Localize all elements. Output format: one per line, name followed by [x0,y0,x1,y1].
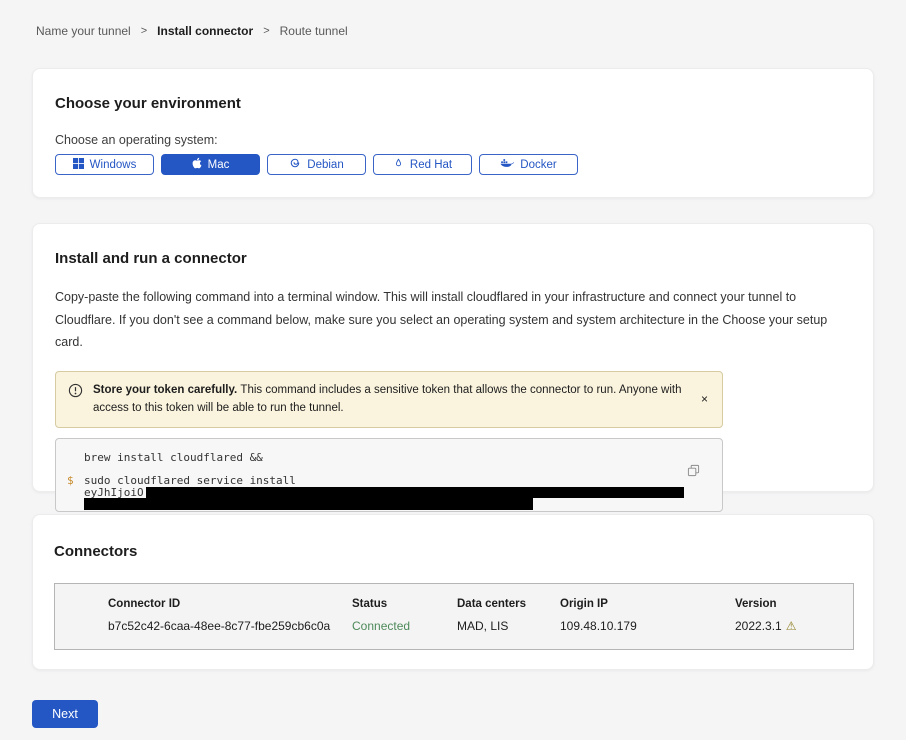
breadcrumb: Name your tunnel > Install connector > R… [0,0,906,38]
install-description: Copy-paste the following command into a … [55,286,849,354]
code-line-brew: brew install cloudflared && [84,451,722,464]
breadcrumb-separator: > [141,25,147,37]
os-button-debian[interactable]: Debian [267,154,366,175]
breadcrumb-name-your-tunnel[interactable]: Name your tunnel [36,24,131,38]
redhat-icon [393,157,404,172]
col-header-status: Status [352,598,457,610]
os-select-label: Choose an operating system: [55,133,851,147]
environment-card: Choose your environment Choose an operat… [32,68,874,198]
install-card: Install and run a connector Copy-paste t… [32,223,874,492]
circle-exclamation-icon [68,383,83,403]
os-button-label: Windows [90,159,137,171]
col-header-version: Version [735,598,853,610]
data-centers-value: MAD, LIS [457,619,560,633]
apple-icon [192,157,202,172]
connectors-card: Connectors Connector ID Status Data cent… [32,514,874,670]
connector-id-value: b7c52c42-6caa-48ee-8c77-fbe259cb6c0a [108,619,352,633]
breadcrumb-separator: > [263,25,269,37]
alert-close-icon[interactable]: × [701,392,708,406]
redacted-token-bar [146,487,684,498]
table-row: b7c52c42-6caa-48ee-8c77-fbe259cb6c0a Con… [108,619,853,633]
os-button-group: Windows Mac Debian R [55,154,851,175]
connectors-table: Connector ID Status Data centers Origin … [54,583,854,650]
alert-text: Store your token carefully. This command… [93,381,682,419]
os-button-label: Docker [520,159,556,171]
os-button-redhat[interactable]: Red Hat [373,154,472,175]
environment-card-title: Choose your environment [55,95,851,112]
redacted-token-bar [84,498,533,510]
os-button-mac[interactable]: Mac [161,154,260,175]
os-button-label: Red Hat [410,159,452,171]
version-value: 2022.3.1 [735,619,782,633]
breadcrumb-install-connector[interactable]: Install connector [157,24,253,38]
col-header-origin-ip: Origin IP [560,598,735,610]
status-badge: Connected [352,619,457,633]
shell-prompt: $ [67,474,84,487]
os-button-label: Debian [307,159,343,171]
table-header-row: Connector ID Status Data centers Origin … [108,598,853,610]
copy-command-button[interactable] [687,464,700,480]
token-prefix: eyJhIjoiO [84,486,144,499]
docker-whale-icon [500,157,514,172]
install-command-codeblock: brew install cloudflared && $ sudo cloud… [55,438,723,512]
col-header-data-centers: Data centers [457,598,560,610]
connectors-card-title: Connectors [54,543,851,560]
origin-ip-value: 109.48.10.179 [560,619,735,633]
next-button[interactable]: Next [32,700,98,728]
os-button-label: Mac [208,159,230,171]
install-card-title: Install and run a connector [55,250,851,267]
version-warning-icon[interactable]: ⚠ [786,620,797,632]
debian-swirl-icon [289,157,301,172]
alert-title: Store your token carefully. [93,384,240,396]
windows-icon [73,158,84,172]
os-button-docker[interactable]: Docker [479,154,578,175]
breadcrumb-route-tunnel[interactable]: Route tunnel [280,24,348,38]
copy-icon [687,464,700,477]
os-button-windows[interactable]: Windows [55,154,154,175]
col-header-connector-id: Connector ID [108,598,352,610]
token-warning-alert: Store your token carefully. This command… [55,371,723,429]
